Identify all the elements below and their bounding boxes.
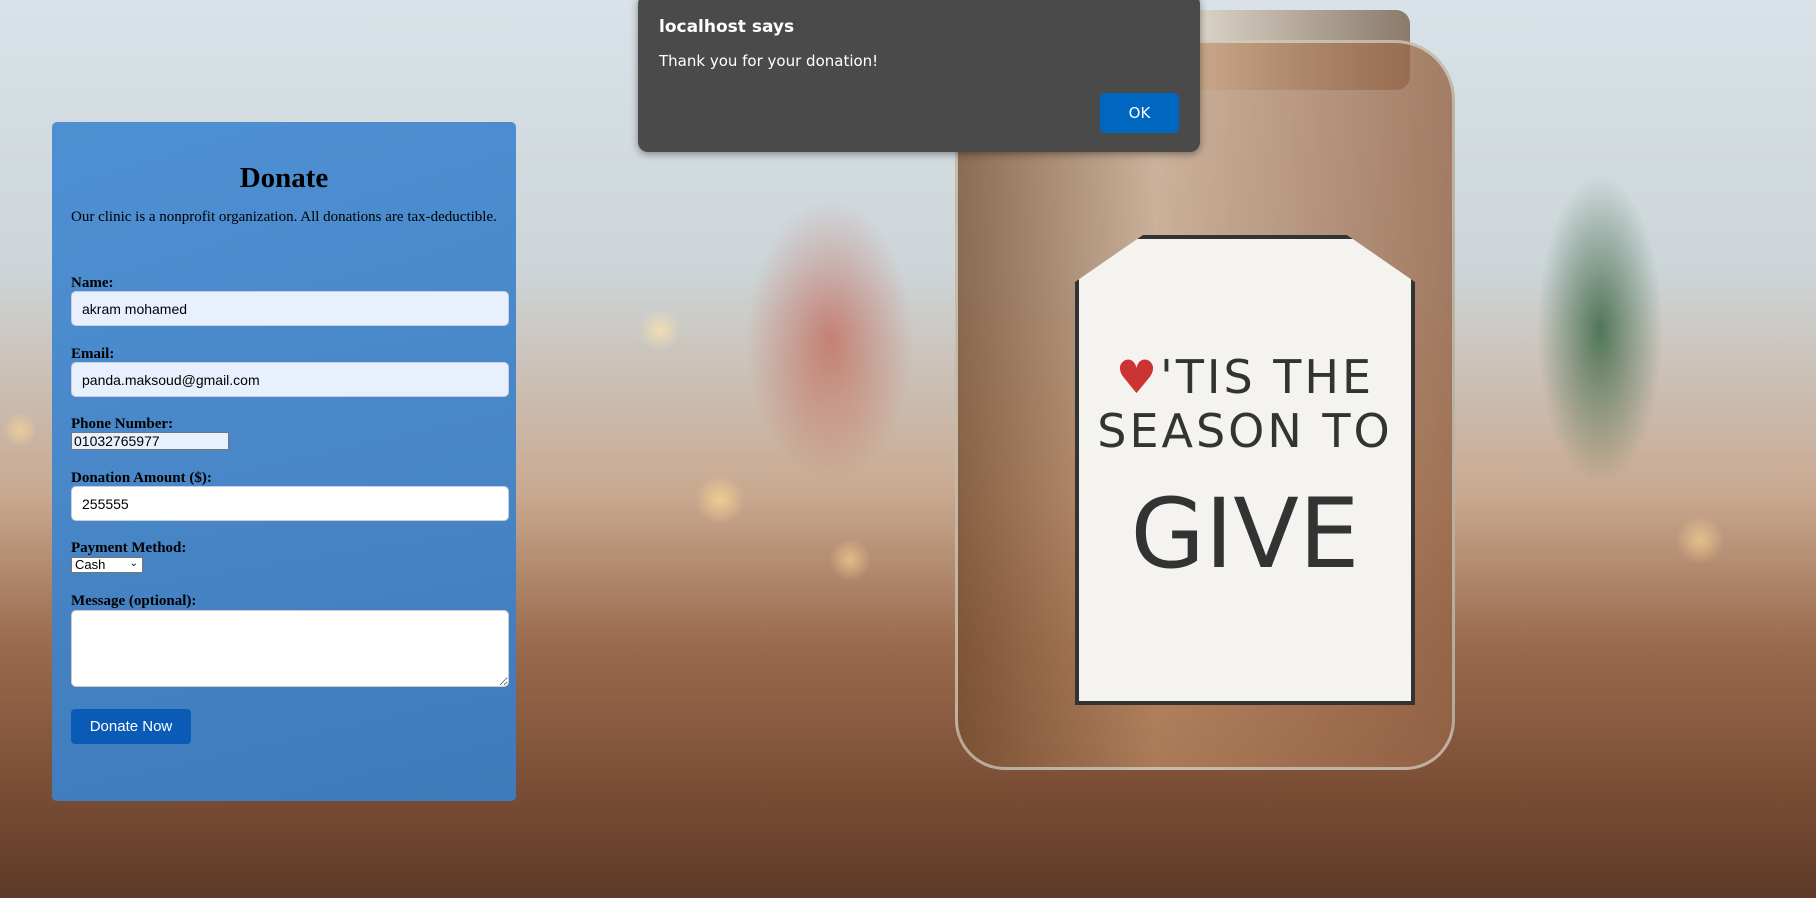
dialog-message: Thank you for your donation! [659,52,879,70]
chevron-down-icon: ⌄ [129,558,138,569]
tag-line-3: GIVE [1130,478,1360,590]
email-input[interactable]: panda.maksoud@gmail.com [71,362,509,397]
name-label: Name: [71,275,114,291]
donate-now-button[interactable]: Donate Now [71,709,191,744]
ok-button[interactable]: OK [1100,93,1179,133]
intro-text: Our clinic is a nonprofit organization. … [71,209,497,225]
dialog-title: localhost says [659,17,795,37]
page-title: Donate [239,162,329,194]
phone-label: Phone Number: [71,416,174,432]
amount-input[interactable]: 255555 [71,486,509,521]
name-input[interactable]: akram mohamed [71,291,509,326]
email-label: Email: [71,346,115,362]
message-label: Message (optional): [71,593,197,609]
payment-method-select[interactable]: Cash ⌄ [71,557,143,573]
payment-label: Payment Method: [71,540,187,556]
gift-tag-image: ♥'TIS THE SEASON TO GIVE [1075,235,1415,705]
donate-form-panel: Donate Our clinic is a nonprofit organiz… [52,122,516,801]
payment-selected-value: Cash [75,557,106,572]
alert-dialog: localhost says Thank you for your donati… [638,0,1200,152]
tag-line-2: SEASON TO [1097,404,1393,458]
heart-icon: ♥ [1115,350,1161,404]
phone-input[interactable]: 01032765977 [71,432,229,450]
message-textarea[interactable] [71,610,509,687]
tag-line-1: 'TIS THE [1160,350,1375,404]
amount-label: Donation Amount ($): [71,470,212,486]
